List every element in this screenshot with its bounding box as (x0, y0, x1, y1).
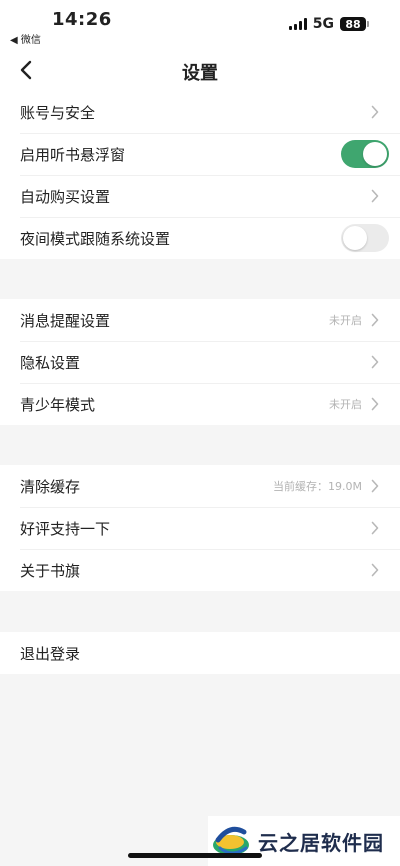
toggle-switch-on[interactable] (341, 140, 389, 168)
settings-group-misc: 清除缓存 当前缓存：19.0M 好评支持一下 关于书旗 (0, 465, 400, 591)
row-value: 当前缓存：19.0M (273, 480, 362, 493)
row-clear-cache[interactable]: 清除缓存 当前缓存：19.0M (0, 465, 400, 507)
row-label: 清除缓存 (20, 477, 81, 496)
row-value: 未开启 (329, 398, 362, 411)
settings-group-logout: 退出登录 (0, 632, 400, 674)
chevron-right-icon (370, 105, 380, 119)
row-privacy-settings[interactable]: 隐私设置 (0, 341, 400, 383)
row-message-reminder[interactable]: 消息提醒设置 未开启 (0, 299, 400, 341)
row-label: 好评支持一下 (20, 519, 111, 538)
back-to-app-link[interactable]: ◀ 微信 (10, 31, 41, 46)
chevron-right-icon (370, 189, 380, 203)
row-label: 退出登录 (20, 644, 81, 663)
signal-icon (288, 18, 307, 30)
row-label: 自动购买设置 (20, 187, 111, 206)
row-account-security[interactable]: 账号与安全 (0, 91, 400, 133)
watermark-text: 云之居软件园 (258, 830, 384, 855)
network-type: 5G (312, 16, 334, 32)
toggle-knob (343, 226, 367, 250)
row-label: 隐私设置 (20, 353, 81, 372)
settings-group-notifications: 消息提醒设置 未开启 隐私设置 青少年模式 未开启 (0, 299, 400, 425)
battery-icon: 88 (340, 17, 369, 31)
row-label: 关于书旗 (20, 561, 81, 580)
status-time: 14:26 (52, 9, 112, 30)
row-auto-purchase[interactable]: 自动购买设置 (0, 175, 400, 217)
chevron-right-icon (370, 355, 380, 369)
page-title: 设置 (182, 63, 218, 84)
row-night-mode-follow-system: 夜间模式跟随系统设置 (0, 217, 400, 259)
row-teen-mode[interactable]: 青少年模式 未开启 (0, 383, 400, 425)
row-label: 消息提醒设置 (20, 311, 111, 330)
logout-button[interactable]: 退出登录 (0, 632, 400, 674)
settings-group-account: 账号与安全 启用听书悬浮窗 自动购买设置 夜间模式跟随系统设置 (0, 91, 400, 259)
row-rate-app[interactable]: 好评支持一下 (0, 507, 400, 549)
row-label: 青少年模式 (20, 395, 96, 414)
home-indicator[interactable] (128, 853, 262, 858)
chevron-right-icon (370, 521, 380, 535)
chevron-right-icon (370, 563, 380, 577)
toggle-knob (363, 142, 387, 166)
nav-bar: 设置 (0, 48, 400, 93)
status-indicators: 5G 88 (288, 16, 369, 32)
row-about[interactable]: 关于书旗 (0, 549, 400, 591)
watermark: 云之居软件园 (208, 816, 400, 866)
status-bar: 14:26 ◀ 微信 5G 88 (0, 0, 400, 48)
chevron-right-icon (370, 313, 380, 327)
row-audiobook-float-window: 启用听书悬浮窗 (0, 133, 400, 175)
row-label: 启用听书悬浮窗 (20, 145, 126, 164)
row-value: 未开启 (329, 314, 362, 327)
chevron-right-icon (370, 479, 380, 493)
row-label: 夜间模式跟随系统设置 (20, 229, 171, 248)
toggle-switch-off[interactable] (341, 224, 389, 252)
chevron-right-icon (370, 397, 380, 411)
row-label: 账号与安全 (20, 103, 96, 122)
